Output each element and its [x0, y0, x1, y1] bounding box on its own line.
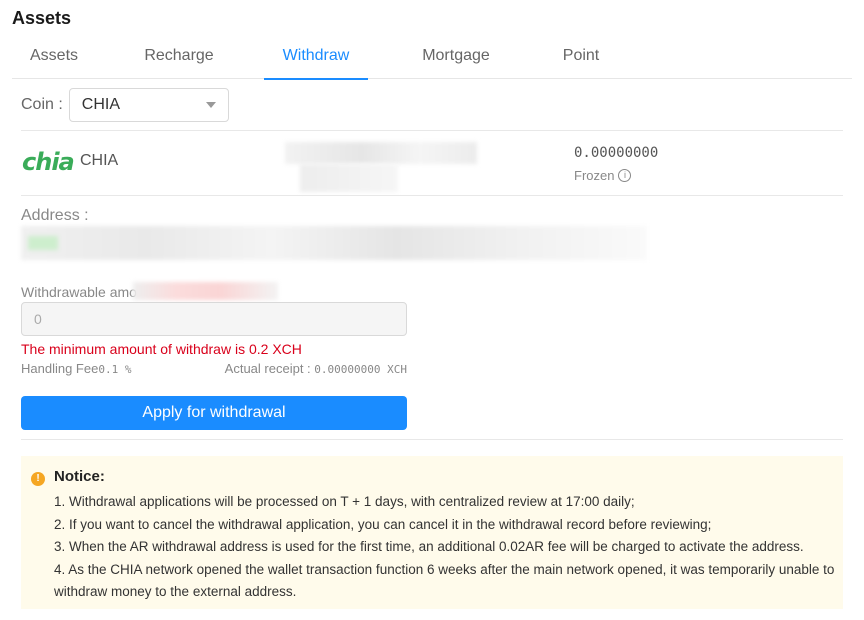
coin-selector-row: Coin : CHIA	[21, 88, 229, 122]
coin-label: Coin :	[21, 96, 63, 113]
notice-item: 1. Withdrawal applications will be proce…	[54, 494, 635, 509]
actual-receipt-label: Actual receipt :	[224, 361, 315, 376]
address-label: Address :	[21, 207, 89, 224]
tab-assets[interactable]: Assets	[30, 38, 78, 79]
handling-fee-value: 0.1 %	[98, 363, 132, 376]
address-input-redacted[interactable]	[21, 226, 647, 260]
notice-list: 1. Withdrawal applications will be proce…	[54, 491, 839, 604]
info-icon[interactable]: i	[618, 169, 632, 182]
divider	[21, 130, 843, 131]
tab-recharge[interactable]: Recharge	[144, 38, 214, 79]
tab-mortgage[interactable]: Mortgage	[420, 38, 492, 79]
redacted-region	[133, 282, 278, 300]
handling-fee-label: Handling Fee	[21, 361, 99, 376]
chia-logo: chia	[22, 148, 75, 176]
redacted-region	[285, 142, 477, 164]
notice-item: 4. As the CHIA network opened the wallet…	[54, 561, 835, 600]
notice-box: ! Notice: 1. Withdrawal applications wil…	[21, 456, 843, 609]
tab-point[interactable]: Point	[561, 38, 601, 79]
redacted-region	[300, 164, 398, 192]
coin-select-value: CHIA	[81, 96, 121, 113]
notice-title: Notice:	[54, 468, 105, 485]
amount-input[interactable]: 0	[21, 302, 407, 336]
warning-icon: !	[31, 472, 45, 486]
notice-item: 2. If you want to cancel the withdrawal …	[54, 516, 712, 532]
frozen-label: Frozen i	[574, 168, 632, 183]
coin-select[interactable]: CHIA	[68, 88, 229, 122]
asset-balance: 0.00000000	[574, 145, 659, 161]
error-message: The minimum amount of withdraw is 0.2 XC…	[21, 341, 302, 357]
actual-receipt-value: 0.00000000 XCH	[314, 363, 407, 376]
notice-item: 3. When the AR withdrawal address is use…	[54, 539, 804, 554]
frozen-text: Frozen	[574, 168, 615, 183]
page-title: Assets	[12, 8, 72, 28]
divider	[21, 195, 843, 196]
actual-receipt: Actual receipt : 0.00000000 XCH	[225, 361, 407, 376]
apply-withdrawal-button[interactable]: Apply for withdrawal	[21, 396, 407, 430]
redacted-region	[28, 236, 58, 250]
asset-name: CHIA	[80, 152, 119, 169]
divider	[21, 439, 843, 440]
chevron-down-icon	[205, 102, 216, 108]
tab-withdraw[interactable]: Withdraw	[264, 38, 368, 80]
handling-fee: Handling Fee0.1 %	[21, 361, 131, 376]
tab-bar: Assets Recharge Withdraw Mortgage Point	[12, 38, 852, 80]
withdrawable-amount-label: Withdrawable amo	[21, 284, 137, 300]
